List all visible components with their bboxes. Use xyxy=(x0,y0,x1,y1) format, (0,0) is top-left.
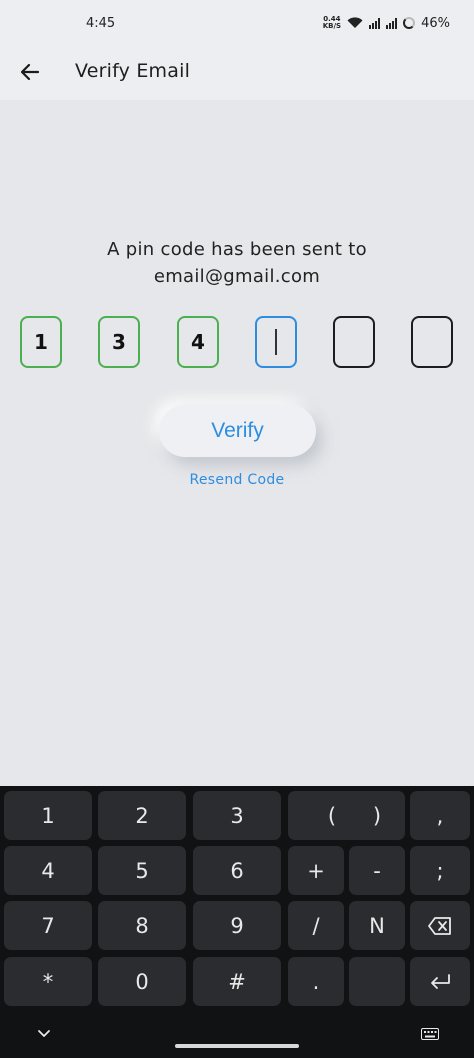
status-bar: 4:45 0.44 KB/S 46% xyxy=(0,0,474,50)
key-label: 1 xyxy=(41,803,55,828)
app-bar: Verify Email xyxy=(0,44,474,100)
page-title: Verify Email xyxy=(75,60,191,82)
status-icons: 0.44 KB/S 46% xyxy=(323,16,450,31)
battery-level: 46% xyxy=(421,15,450,31)
key-label: N xyxy=(369,913,385,938)
key-n[interactable]: N xyxy=(349,901,405,950)
key-3[interactable]: 3 xyxy=(193,791,281,840)
pin-sent-message: A pin code has been sent to email@gmail.… xyxy=(0,236,474,290)
key-label: ( xyxy=(327,803,337,828)
email-address: email@gmail.com xyxy=(153,266,321,287)
wifi-icon xyxy=(347,17,363,28)
chevron-down-icon[interactable] xyxy=(36,1026,52,1042)
key-label: * xyxy=(42,969,54,994)
key-label: 7 xyxy=(41,913,55,938)
enter-key[interactable] xyxy=(410,957,470,1006)
pin-box-3[interactable]: 4 xyxy=(177,316,219,368)
battery-icon xyxy=(403,17,416,29)
key-6[interactable]: 6 xyxy=(193,846,281,895)
key-9[interactable]: 9 xyxy=(193,901,281,950)
pin-digit-3: 4 xyxy=(191,330,205,354)
enter-icon xyxy=(431,973,450,989)
key-8[interactable]: 8 xyxy=(98,901,186,950)
network-speed: 0.44 KB/S xyxy=(323,16,341,30)
key-2[interactable]: 2 xyxy=(98,791,186,840)
key-asterisk[interactable]: * xyxy=(4,957,92,1006)
key-minus[interactable]: - xyxy=(349,846,405,895)
key-label: 5 xyxy=(135,858,149,883)
key-label: ; xyxy=(436,858,444,883)
backspace-icon xyxy=(428,916,451,935)
signal-icon-2 xyxy=(386,17,398,29)
pin-digit-1: 1 xyxy=(34,330,48,354)
network-speed-unit: KB/S xyxy=(322,22,342,30)
status-time: 4:45 xyxy=(86,15,116,31)
message-line-1: A pin code has been sent to xyxy=(107,239,367,260)
key-label: , xyxy=(436,803,444,828)
key-label: . xyxy=(312,969,320,994)
pin-box-4[interactable] xyxy=(255,316,297,368)
resend-code-link[interactable]: Resend Code xyxy=(0,472,474,488)
signal-icon xyxy=(369,17,381,29)
key-hash[interactable]: # xyxy=(193,957,281,1006)
key-label: / xyxy=(312,913,320,938)
verify-button[interactable]: Verify xyxy=(159,405,316,457)
key-label: 4 xyxy=(41,858,55,883)
key-label: - xyxy=(373,858,381,883)
key-4[interactable]: 4 xyxy=(4,846,92,895)
key-label: ) xyxy=(372,803,382,828)
pin-box-6[interactable] xyxy=(411,316,453,368)
key-label: # xyxy=(228,969,246,994)
pin-box-2[interactable]: 3 xyxy=(98,316,140,368)
key-label: + xyxy=(307,858,325,883)
pin-box-1[interactable]: 1 xyxy=(20,316,62,368)
key-space[interactable] xyxy=(349,957,405,1006)
pin-box-5[interactable] xyxy=(333,316,375,368)
key-label: 0 xyxy=(135,969,149,994)
backspace-key[interactable] xyxy=(410,901,470,950)
key-label: 8 xyxy=(135,913,149,938)
key-comma[interactable]: , xyxy=(410,791,470,840)
key-label: 2 xyxy=(135,803,149,828)
text-cursor xyxy=(275,329,277,355)
key-5[interactable]: 5 xyxy=(98,846,186,895)
key-slash[interactable]: / xyxy=(288,901,344,950)
home-indicator[interactable] xyxy=(175,1044,299,1048)
arrow-left-icon[interactable] xyxy=(18,60,42,84)
keyboard-bottom-bar xyxy=(0,1014,474,1058)
numeric-keyboard: 1 2 3 ( ) , 4 5 6 + - ; 7 8 9 / N * 0 # … xyxy=(0,786,474,1058)
key-semicolon[interactable]: ; xyxy=(410,846,470,895)
pin-input-row: 1 3 4 xyxy=(0,316,474,368)
key-label: 9 xyxy=(230,913,244,938)
pin-digit-2: 3 xyxy=(112,330,126,354)
key-7[interactable]: 7 xyxy=(4,901,92,950)
key-period[interactable]: . xyxy=(288,957,344,1006)
key-close-paren[interactable]: ) xyxy=(349,791,405,840)
key-0[interactable]: 0 xyxy=(98,957,186,1006)
keyboard-icon[interactable] xyxy=(421,1028,439,1040)
key-label: 3 xyxy=(230,803,244,828)
key-label: 6 xyxy=(230,858,244,883)
key-plus[interactable]: + xyxy=(288,846,344,895)
key-1[interactable]: 1 xyxy=(4,791,92,840)
